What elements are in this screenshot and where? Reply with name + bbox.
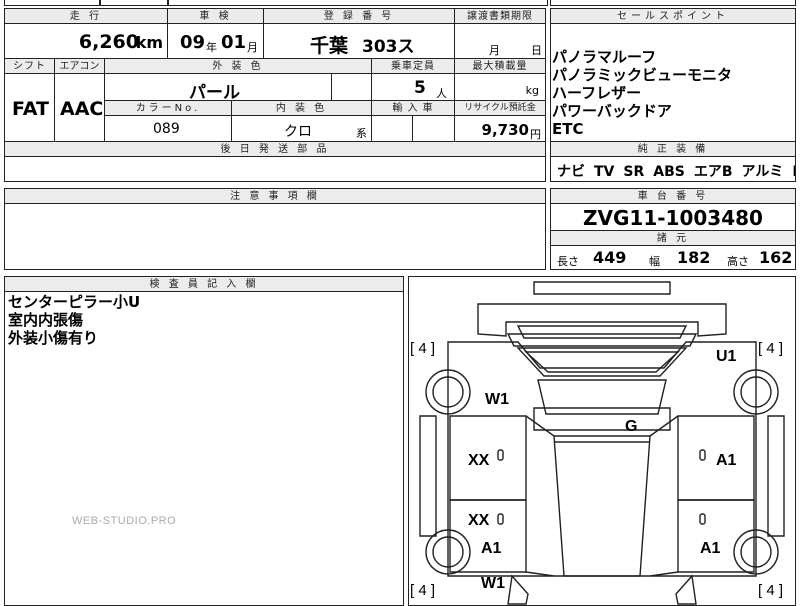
sales-points-list: パノラマルーフ パノラミックビューモニタ ハーフレザー パワーバックドア ETC [552, 48, 794, 138]
length-label: 長さ [557, 255, 579, 268]
aircon-header: エアコン [54, 58, 105, 74]
damage-mark: W1 [485, 391, 509, 408]
damage-mark: XX [468, 452, 490, 469]
color-no-value: 089 [153, 121, 180, 137]
equipment-item: SR [623, 164, 645, 180]
exterior-color-cell: パール [104, 73, 332, 101]
notes-header: 注 意 事 項 欄 [4, 188, 546, 204]
sales-point-item: ETC [552, 120, 584, 138]
damage-mark: U1 [716, 348, 737, 365]
damage-mark: G [625, 418, 638, 435]
inspection-header: 車 検 [167, 8, 264, 24]
inspection-cell: 09 年 01 月 [167, 23, 264, 59]
shift-value: FAT [12, 98, 49, 120]
tire-rear-right-tread: [ 4 ] [758, 582, 784, 599]
genuine-equipment-header: 純 正 装 備 [550, 141, 796, 157]
transfer-month-unit: 月 [489, 44, 500, 57]
inspection-month: 01 [221, 32, 247, 53]
capacity-unit: 人 [436, 87, 447, 100]
max-load-unit: kg [525, 84, 539, 97]
transfer-deadline-cell: 月 日 [454, 23, 546, 59]
interior-color-value: クロ [284, 124, 312, 140]
sales-points-header: セールスポイント [550, 8, 796, 24]
shift-cell: FAT [4, 73, 55, 142]
registration-area: 千葉 [310, 35, 349, 57]
chassis-cell: ZVG11-1003480 [550, 203, 796, 231]
recycle-value: 9,730 [481, 121, 529, 139]
transfer-day-unit: 日 [531, 44, 542, 57]
sales-point-item: パノラミックビューモニタ [552, 66, 733, 84]
height-label: 高さ [727, 255, 749, 268]
month-unit: 月 [247, 41, 258, 54]
tire-rear-left-tread: [ 4 ] [410, 582, 436, 599]
post-shipping-cell [4, 156, 546, 182]
recycle-unit: 円 [530, 128, 541, 141]
import-header: 輸 入 車 [371, 100, 455, 116]
equipment-item: ナビ [557, 164, 585, 180]
capacity-value: 5 [414, 78, 426, 98]
damage-mark: A1 [700, 540, 721, 557]
registration-number: 303ス2938 [362, 37, 415, 58]
mileage-value: 6,260 [78, 31, 139, 53]
registration-header: 登 録 番 号 [263, 8, 455, 24]
damage-mark: XX [468, 512, 490, 529]
equipment-item: TV [594, 164, 615, 180]
equipment-item: アルミ [741, 164, 784, 180]
genuine-equipment-list: ナビTVSRABSエアBアルミPSPW [550, 156, 796, 182]
aircon-value: AAC [60, 98, 104, 120]
interior-color-cell: クロ 系 [231, 115, 372, 142]
recycle-header: リサイクル預託金 [454, 100, 546, 116]
interior-color-header: 内 装 色 [231, 100, 372, 116]
equipment-item: エアB [693, 164, 733, 180]
inspector-note-line: センターピラー小U [8, 293, 141, 311]
shift-header: シフト [4, 58, 55, 74]
sales-point-item: パノラマルーフ [552, 48, 657, 66]
inspector-header: 検 査 員 記 入 欄 [4, 276, 404, 292]
mileage-unit: km [135, 33, 163, 52]
capacity-header: 乗車定員 [371, 58, 455, 74]
length-value: 449 [593, 248, 627, 267]
sales-point-item: ハーフレザー [552, 84, 642, 102]
watermark: WEB-STUDIO.PRO [72, 515, 177, 527]
transfer-deadline-header: 譲渡書類期限 [454, 8, 546, 24]
chassis-header: 車 台 番 号 [550, 188, 796, 204]
recycle-cell: 9,730 円 [454, 115, 546, 142]
inspector-note-line: 室内内張傷 [8, 311, 84, 329]
exterior-color-header: 外 装 色 [104, 58, 372, 74]
width-label: 幅 [649, 255, 660, 268]
interior-color-suffix: 系 [356, 127, 367, 140]
tire-front-left-tread: [ 4 ] [410, 340, 436, 357]
specs-header: 諸 元 [550, 230, 796, 246]
max-load-header: 最大積載量 [454, 58, 546, 74]
max-load-cell: kg [454, 73, 546, 101]
mileage-header: 走 行 [4, 8, 168, 24]
chassis-number: ZVG11-1003480 [583, 206, 763, 230]
inspector-note-line: 外装小傷有り [8, 329, 99, 347]
car-diagram [419, 281, 785, 605]
inspection-year: 09 [180, 32, 206, 53]
width-value: 182 [677, 248, 711, 267]
damage-mark: A1 [716, 452, 737, 469]
equipment-item: PS [792, 164, 795, 180]
capacity-cell: 5 人 [371, 73, 455, 101]
import-cell-a [371, 115, 413, 142]
post-shipping-header: 後 日 発 送 部 品 [4, 141, 546, 157]
color-no-header: カラーNo. [104, 100, 232, 116]
exterior-color-value: パール [189, 83, 240, 101]
tire-front-right-tread: [ 4 ] [758, 340, 784, 357]
year-unit: 年 [206, 41, 217, 54]
damage-mark: A1 [481, 540, 502, 557]
aircon-cell: AAC [54, 73, 105, 142]
import-cell-b [412, 115, 455, 142]
height-value: 162 [759, 248, 793, 267]
equipment-item: ABS [653, 164, 685, 180]
sales-point-item: パワーバックドア [552, 102, 672, 120]
specs-cell: 長さ 449 幅 182 高さ 162 [550, 245, 796, 270]
color-no-cell: 089 [104, 115, 232, 142]
damage-mark: W1 [481, 575, 505, 592]
inspector-notes: センターピラー小U 室内内張傷 外装小傷有り [8, 293, 140, 347]
registration-cell: 千葉 303ス2938 [263, 23, 455, 59]
exterior-color-extra [331, 73, 372, 101]
mileage-cell: 6,260 km [4, 23, 168, 59]
